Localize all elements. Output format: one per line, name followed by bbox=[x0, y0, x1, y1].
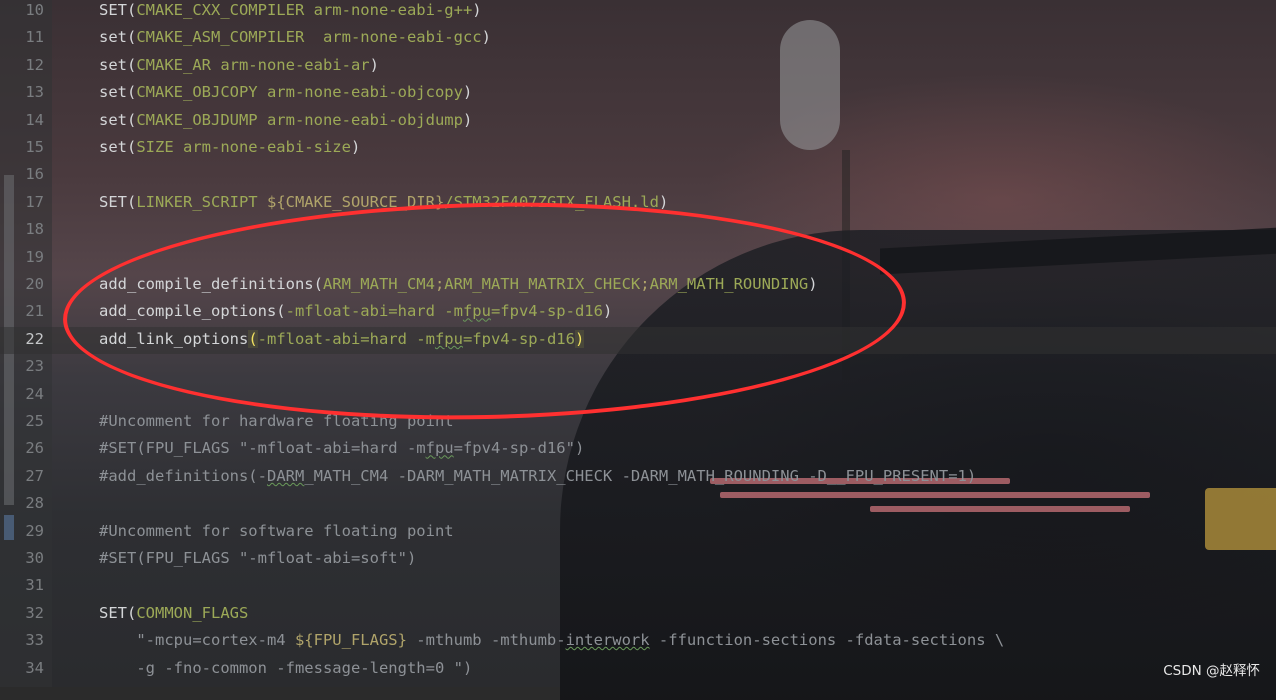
line-number: 15 bbox=[25, 138, 44, 156]
code-text[interactable]: set(CMAKE_AR arm-none-eabi-ar) bbox=[99, 52, 379, 79]
code-token: ) bbox=[462, 110, 473, 129]
code-text[interactable]: "-mcpu=cortex-m4 ${FPU_FLAGS} -mthumb -m… bbox=[99, 627, 1004, 654]
code-token: #SET(FPU_FLAGS "-mfloat-abi=hard -m bbox=[99, 439, 426, 458]
code-token: =fpv4-sp-d16") bbox=[453, 439, 585, 458]
code-token: ) bbox=[369, 55, 379, 74]
code-line[interactable]: 29 #Uncomment for software floating point bbox=[0, 518, 1276, 545]
line-number: 13 bbox=[25, 83, 44, 102]
line-number: 14 bbox=[25, 110, 44, 129]
code-token: CMAKE_CXX_COMPILER arm-none-eabi-g++ bbox=[136, 1, 473, 19]
line-number: 10 bbox=[25, 1, 44, 19]
code-line[interactable]: 16 bbox=[0, 161, 1276, 188]
line-number: 11 bbox=[25, 28, 44, 47]
code-token: "-mcpu=cortex-m4 bbox=[99, 631, 295, 650]
code-line[interactable]: 13 set(CMAKE_OBJCOPY arm-none-eabi-objcop… bbox=[0, 79, 1276, 106]
code-line[interactable]: 27 #add_definitions(-DARM_MATH_CM4 -DARM_… bbox=[0, 463, 1276, 490]
code-token: ) bbox=[481, 28, 491, 47]
code-line[interactable]: 31 bbox=[0, 572, 1276, 599]
line-number: 21 bbox=[25, 302, 44, 321]
line-number: 30 bbox=[25, 549, 44, 567]
line-number: 22 bbox=[25, 329, 44, 348]
code-line[interactable]: 25 #Uncomment for hardware floating point bbox=[0, 408, 1276, 435]
code-token: ) bbox=[658, 192, 669, 211]
code-token: fpu bbox=[425, 439, 454, 458]
code-text[interactable]: #Uncomment for software floating point bbox=[99, 518, 454, 545]
code-line[interactable]: 11 set(CMAKE_ASM_COMPILER arm-none-eabi-g… bbox=[0, 24, 1276, 51]
code-token: #Uncomment for software floating point bbox=[99, 521, 454, 540]
code-token: -ffunction-sections -fdata-sections \ bbox=[649, 631, 1005, 650]
code-line[interactable]: 10 SET(CMAKE_CXX_COMPILER arm-none-eabi-g… bbox=[0, 0, 1276, 24]
line-number: 27 bbox=[25, 466, 44, 485]
code-text[interactable]: #SET(FPU_FLAGS "-mfloat-abi=soft") bbox=[99, 545, 416, 572]
code-token: SET( bbox=[99, 1, 137, 19]
code-token: set( bbox=[99, 138, 137, 156]
code-token: #SET(FPU_FLAGS "-mfloat-abi=soft") bbox=[99, 549, 417, 567]
line-number: 20 bbox=[25, 275, 44, 293]
line-number: 32 bbox=[25, 603, 44, 622]
code-line[interactable]: 32 SET(COMMON_FLAGS bbox=[0, 600, 1276, 627]
line-number: 26 bbox=[25, 439, 44, 458]
line-number: 28 bbox=[25, 494, 44, 513]
line-number: 29 bbox=[25, 521, 44, 540]
line-number: 18 bbox=[25, 220, 44, 239]
line-number: 25 bbox=[25, 412, 44, 430]
code-token: LINKER_SCRIPT bbox=[136, 192, 267, 211]
code-token: _MATH_CM4 -DARM_MATH_MATRIX_CHECK -DARM_… bbox=[304, 466, 977, 485]
code-token: interwork bbox=[565, 631, 650, 650]
code-token: set( bbox=[99, 110, 137, 129]
line-number: 19 bbox=[25, 247, 44, 266]
code-text[interactable]: set(CMAKE_OBJDUMP arm-none-eabi-objdump) bbox=[99, 107, 472, 134]
code-token: ) bbox=[472, 1, 482, 19]
code-line[interactable]: 28 bbox=[0, 490, 1276, 517]
code-token: -g -fno-common -fmessage-length=0 ") bbox=[99, 658, 473, 677]
code-token: COMMON_FLAGS bbox=[136, 603, 249, 622]
line-number: 23 bbox=[25, 357, 44, 376]
code-text[interactable]: set(SIZE arm-none-eabi-size) bbox=[99, 134, 360, 161]
code-token: CMAKE_ASM_COMPILER arm-none-eabi-gcc bbox=[136, 28, 482, 47]
line-number: 17 bbox=[25, 192, 44, 211]
code-token: DARM bbox=[266, 466, 305, 485]
line-number: 31 bbox=[25, 576, 44, 595]
code-token: SET( bbox=[99, 603, 137, 622]
code-text[interactable]: #SET(FPU_FLAGS "-mfloat-abi=hard -mfpu=f… bbox=[99, 435, 584, 462]
code-token: SIZE arm-none-eabi-size bbox=[136, 138, 351, 156]
code-token: #add_definitions(- bbox=[99, 466, 267, 485]
code-line[interactable]: 26 #SET(FPU_FLAGS "-mfloat-abi=hard -mfpu… bbox=[0, 435, 1276, 462]
code-text[interactable]: set(CMAKE_ASM_COMPILER arm-none-eabi-gcc… bbox=[99, 24, 491, 51]
code-token: CMAKE_AR arm-none-eabi-ar bbox=[136, 55, 370, 74]
code-text[interactable]: SET(CMAKE_CXX_COMPILER arm-none-eabi-g++… bbox=[99, 0, 482, 24]
line-number: 12 bbox=[25, 55, 44, 74]
code-token: SET( bbox=[99, 192, 137, 211]
code-text[interactable]: -g -fno-common -fmessage-length=0 ") bbox=[99, 655, 472, 682]
line-number: 34 bbox=[25, 658, 44, 677]
code-line[interactable]: 30 #SET(FPU_FLAGS "-mfloat-abi=soft") bbox=[0, 545, 1276, 572]
code-token: ) bbox=[462, 83, 473, 102]
code-token: CMAKE_OBJDUMP arm-none-eabi-objdump bbox=[136, 110, 463, 129]
code-line[interactable]: 34 -g -fno-common -fmessage-length=0 ") bbox=[0, 655, 1276, 682]
line-number: 24 bbox=[25, 384, 44, 403]
code-line[interactable]: 12 set(CMAKE_AR arm-none-eabi-ar) bbox=[0, 52, 1276, 79]
code-text[interactable]: #add_definitions(-DARM_MATH_CM4 -DARM_MA… bbox=[99, 463, 976, 490]
code-text[interactable]: set(CMAKE_OBJCOPY arm-none-eabi-objcopy) bbox=[99, 79, 472, 106]
code-token: set( bbox=[99, 55, 137, 74]
code-line[interactable]: 15 set(SIZE arm-none-eabi-size) bbox=[0, 134, 1276, 161]
code-token: ${FPU_FLAGS} bbox=[294, 631, 407, 650]
code-token: CMAKE_OBJCOPY arm-none-eabi-objcopy bbox=[136, 83, 463, 102]
code-text[interactable]: SET(COMMON_FLAGS bbox=[99, 600, 248, 627]
code-line[interactable]: 33 "-mcpu=cortex-m4 ${FPU_FLAGS} -mthumb… bbox=[0, 627, 1276, 654]
line-number: 33 bbox=[25, 631, 44, 650]
watermark: CSDN @赵释怀 bbox=[1163, 663, 1260, 679]
code-token: set( bbox=[99, 83, 137, 102]
code-token: set( bbox=[99, 28, 137, 47]
code-line[interactable]: 14 set(CMAKE_OBJDUMP arm-none-eabi-objdum… bbox=[0, 107, 1276, 134]
code-token: ) bbox=[350, 138, 361, 156]
line-number: 16 bbox=[25, 165, 44, 184]
code-token: -mthumb -mthumb- bbox=[406, 631, 566, 650]
